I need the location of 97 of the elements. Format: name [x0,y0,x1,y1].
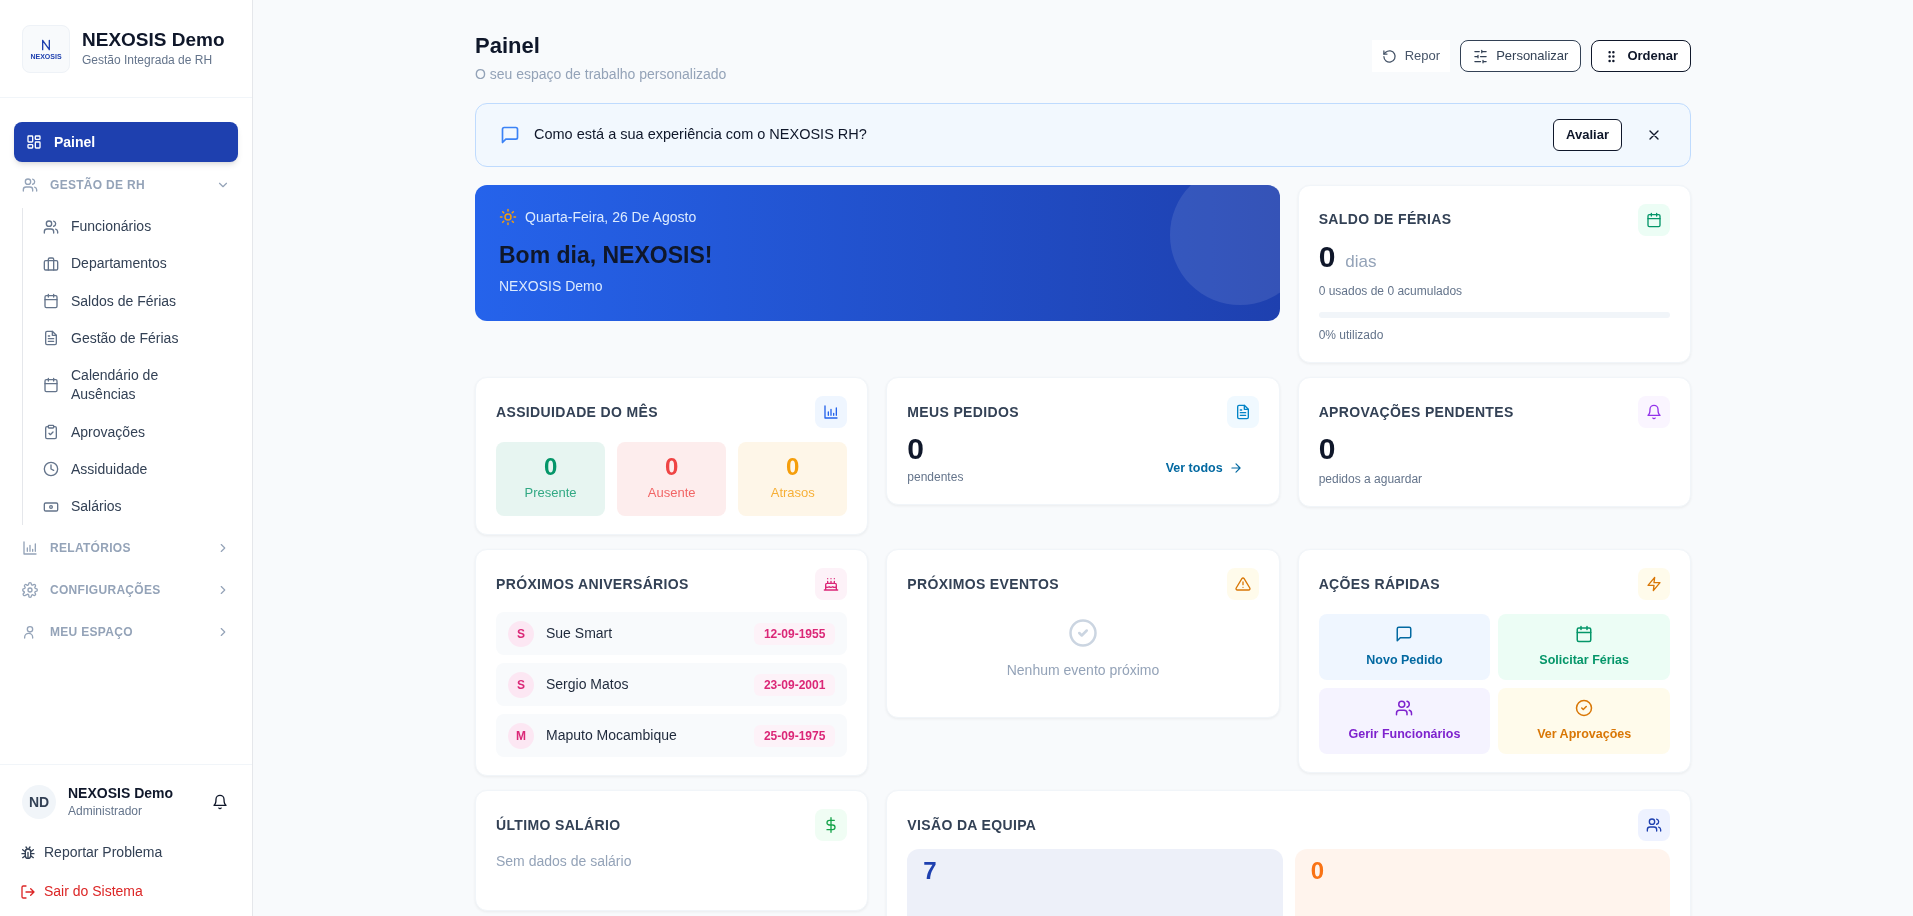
stat-value: 0 [786,455,800,480]
quick-action-button[interactable]: Gerir Funcionários [1318,688,1491,754]
calendar-icon [43,293,59,310]
nav-link[interactable]: Aprovações [37,413,238,451]
logout-icon [20,883,36,900]
stat-value: 0 [543,455,558,480]
users-icon [1395,698,1414,717]
calendar-icon [1646,211,1662,228]
person-avatar: S [508,671,534,698]
nav-link[interactable]: Departamentos [37,245,238,283]
birth-date: 12-09-1955 [753,622,836,645]
stat-label: Atrasos [770,484,815,503]
check-circle-icon [1575,698,1594,717]
sliders-icon [1473,48,1489,64]
usage-text: 0% utilizado [1318,327,1385,344]
user-role: Administrador [68,803,144,820]
stat-label: Presente [524,484,577,503]
widget-title: ÚLTIMO SALÁRIO [496,815,621,835]
approvals-value: 0 [1318,431,1337,467]
person-avatar: M [508,722,534,749]
clipboard-check-icon [43,424,59,441]
nav-link[interactable]: Assiduidade [37,450,238,488]
nav-link[interactable]: Gestão de Férias [37,319,238,357]
bell-icon [212,794,228,811]
check-circle-icon [1068,618,1098,648]
requests-caption: pendentes [907,468,964,486]
report-link[interactable]: Reportar Problema [20,838,230,867]
balance-unit: dias [1345,250,1377,273]
stat-value: 0 [665,455,679,480]
header-action-button[interactable]: Ordenar [1591,40,1691,72]
chat-bubble-icon [1395,624,1414,643]
user-avatar: ND [22,785,56,820]
briefcase-icon [43,255,59,272]
view-all-link[interactable]: Ver todos [1165,458,1243,478]
person-name: Sue Smart [546,624,614,643]
hero-date: Quarta-Feira, 26 De Agosto [525,207,697,227]
balance-value: 0 [1318,241,1336,272]
feedback-text: Como está a sua experiência com o NEXOSIS RH? [534,124,868,144]
rate-button[interactable]: Avaliar [1553,118,1622,151]
sun-icon [499,208,517,226]
bell-icon [1646,404,1662,420]
warning-icon [1234,576,1251,592]
nav-link[interactable]: Funcionários [37,208,238,246]
header-action-button[interactable]: Personalizar [1460,40,1582,72]
bar-chart-icon [823,404,840,420]
empty-state-text: Nenhum evento próximo [1006,661,1160,680]
nav-link[interactable]: Calendário de Ausências [37,357,238,414]
balance-detail: 0 usados de 0 acumulados [1318,283,1464,300]
brand-title: NEXOSIS Demo [82,27,225,52]
birth-date: 23-09-2001 [753,673,836,696]
nav-link[interactable]: Painel [14,122,238,162]
grid-icon [26,134,42,150]
stat-label: Ausente [647,484,696,503]
quick-action-button[interactable]: Novo Pedido [1318,614,1491,680]
page-subtitle: O seu espaço de trabalho personalizado [475,64,727,84]
bar-chart-icon [22,540,38,557]
user-name: NEXOSIS Demo [68,784,175,802]
person-avatar: S [508,620,534,647]
team-stat-value: 0 [1310,857,1324,884]
requests-value: 0 [907,431,925,467]
person-name: Sergio Matos [546,675,630,694]
lightning-icon [1646,576,1662,592]
widget-title: ASSIDUIDADE DO MÊS [496,402,658,422]
widget-title: SALDO DE FÉRIAS [1318,210,1452,229]
widget-title: AÇÕES RÁPIDAS [1318,574,1440,594]
document-icon [43,330,59,347]
calendar-icon [1575,624,1594,643]
widget-title: PRÓXIMOS ANIVERSÁRIOS [496,574,689,594]
widget-title: PRÓXIMOS EVENTOS [907,574,1059,594]
approvals-caption: pedidos a aguardar [1318,470,1424,488]
birth-date: 25-09-1975 [753,724,836,747]
users-icon [1646,817,1662,833]
empty-state-text: Sem dados de salário [496,852,633,871]
nav-link[interactable]: Salários [37,488,238,526]
calendar-icon [43,377,59,394]
widget-title: APROVAÇÕES PENDENTES [1318,402,1514,422]
hero-greeting: Bom dia, NEXOSIS! [499,240,714,270]
bug-icon [20,844,36,861]
team-stat-value: 7 [923,857,937,884]
quick-action-button[interactable]: Solicitar Férias [1498,614,1670,680]
cake-icon [823,576,840,592]
nav-link[interactable]: Saldos de Férias [37,282,238,320]
page-title: Painel [475,32,541,60]
brand-subtitle: Gestão Integrada de RH [82,52,214,70]
clock-icon [43,461,59,478]
widget-title: VISÃO DA EQUIPA [907,815,1037,835]
hero-company: NEXOSIS Demo [499,277,604,296]
reset-icon [1381,48,1397,64]
widget-title: MEUS PEDIDOS [907,402,1019,422]
chat-bubble-icon [500,124,520,145]
logout-link[interactable]: Sair do Sistema [20,877,230,906]
header-action-button[interactable]: Repor [1371,40,1451,72]
settings-icon [22,582,38,599]
users-icon [43,218,59,235]
person-name: Maputo Mocambique [546,726,678,745]
document-icon [1234,404,1251,420]
users-icon [22,177,38,193]
